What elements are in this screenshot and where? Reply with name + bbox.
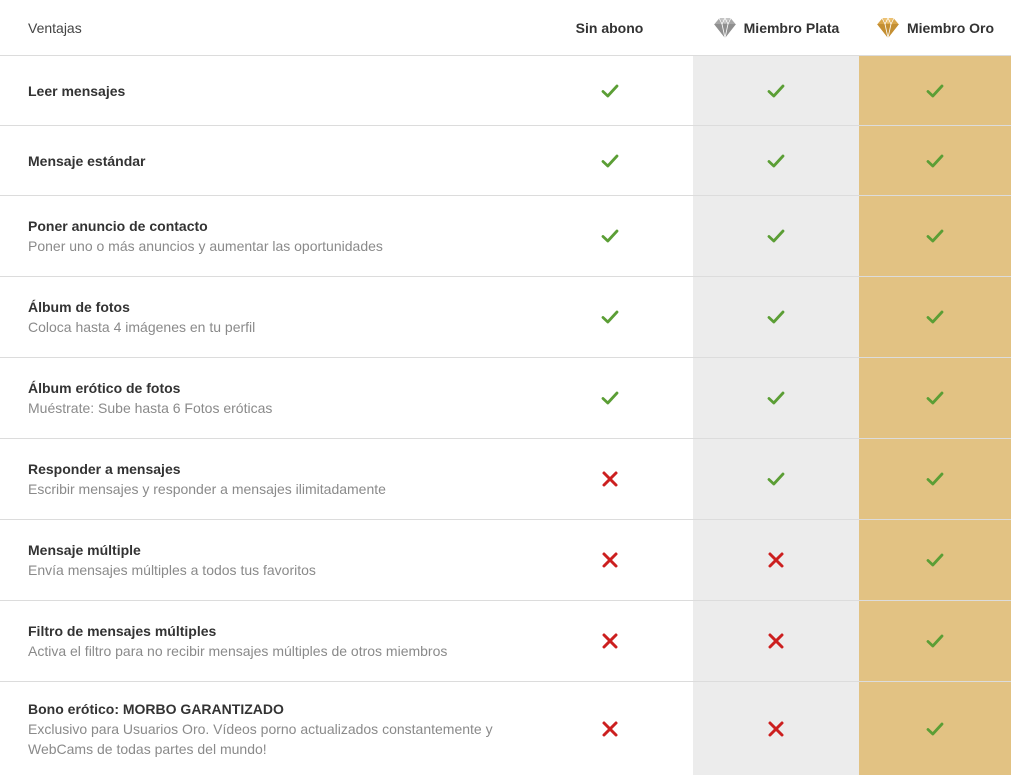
check-icon [859,682,1011,775]
row-text: Responder a mensajes Escribir mensajes y … [28,439,518,519]
check-icon [526,56,693,125]
table-row: Mensaje estándar [0,126,1011,196]
row-text: Bono erótico: MORBO GARANTIZADO Exclusivo… [28,682,518,775]
check-icon [526,277,693,357]
check-icon [859,126,1011,195]
table-row: Filtro de mensajes múltiples Activa el fi… [0,601,1011,682]
cross-icon [526,439,693,519]
row-title: Responder a mensajes [28,461,181,477]
row-title: Poner anuncio de contacto [28,218,208,234]
check-icon [693,439,859,519]
row-title: Bono erótico: MORBO GARANTIZADO [28,700,284,717]
cross-icon [693,520,859,600]
row-text: Poner anuncio de contacto Poner uno o más… [28,196,518,276]
cross-icon [693,682,859,775]
check-icon [526,358,693,438]
table-row: Bono erótico: MORBO GARANTIZADO Exclusivo… [0,682,1011,775]
table-row: Poner anuncio de contacto Poner uno o más… [0,196,1011,277]
header-miembro-oro-label: Miembro Oro [906,20,995,36]
row-title: Filtro de mensajes múltiples [28,623,217,639]
table-header: Ventajas Sin abono Miembro Plata Miembro… [0,0,1011,56]
comparison-table: Ventajas Sin abono Miembro Plata Miembro… [0,0,1011,775]
row-text: Álbum de fotos Coloca hasta 4 imágenes en… [28,277,518,357]
header-ventajas: Ventajas [28,20,82,36]
table-row: Álbum de fotos Coloca hasta 4 imágenes en… [0,277,1011,358]
table-row: Leer mensajes [0,56,1011,126]
header-miembro-plata-label: Miembro Plata [743,20,840,36]
table-row: Responder a mensajes Escribir mensajes y … [0,439,1011,520]
row-text: Mensaje estándar [28,126,518,195]
row-description: Poner uno o más anuncios y aumentar las … [28,238,383,254]
row-title: Mensaje múltiple [28,542,141,558]
header-miembro-oro: Miembro Oro [859,0,1011,56]
table-row: Álbum erótico de fotos Muéstrate: Sube ha… [0,358,1011,439]
diamond-silver-icon [713,17,736,39]
row-title: Leer mensajes [28,82,126,99]
check-icon [693,56,859,125]
check-icon [859,601,1011,681]
header-sin-abono: Sin abono [575,20,644,36]
row-description: Envía mensajes múltiples a todos tus fav… [28,562,316,578]
check-icon [859,277,1011,357]
row-text: Álbum erótico de fotos Muéstrate: Sube ha… [28,358,518,438]
row-title: Álbum de fotos [28,299,130,315]
cross-icon [526,520,693,600]
row-text: Leer mensajes [28,56,518,125]
check-icon [693,277,859,357]
check-icon [859,196,1011,276]
check-icon [859,358,1011,438]
cross-icon [526,682,693,775]
row-description: Muéstrate: Sube hasta 6 Fotos eróticas [28,400,273,416]
row-text: Mensaje múltiple Envía mensajes múltiples… [28,520,518,600]
row-description: Escribir mensajes y responder a mensajes… [28,481,386,497]
row-text: Filtro de mensajes múltiples Activa el fi… [28,601,518,681]
row-description: Activa el filtro para no recibir mensaje… [28,643,448,659]
header-miembro-plata: Miembro Plata [693,0,859,56]
cross-icon [526,601,693,681]
diamond-gold-icon [876,17,900,39]
cross-icon [693,601,859,681]
check-icon [693,196,859,276]
row-description: Exclusivo para Usuarios Oro. Vídeos porn… [28,720,493,757]
check-icon [693,126,859,195]
table-row: Mensaje múltiple Envía mensajes múltiples… [0,520,1011,601]
check-icon [526,126,693,195]
table-body: Leer mensajes Mensaje estándar Poner anunc… [0,56,1011,775]
row-title: Mensaje estándar [28,152,146,169]
check-icon [693,358,859,438]
check-icon [859,520,1011,600]
check-icon [526,196,693,276]
check-icon [859,56,1011,125]
row-description: Coloca hasta 4 imágenes en tu perfil [28,319,256,335]
check-icon [859,439,1011,519]
row-title: Álbum erótico de fotos [28,380,181,396]
